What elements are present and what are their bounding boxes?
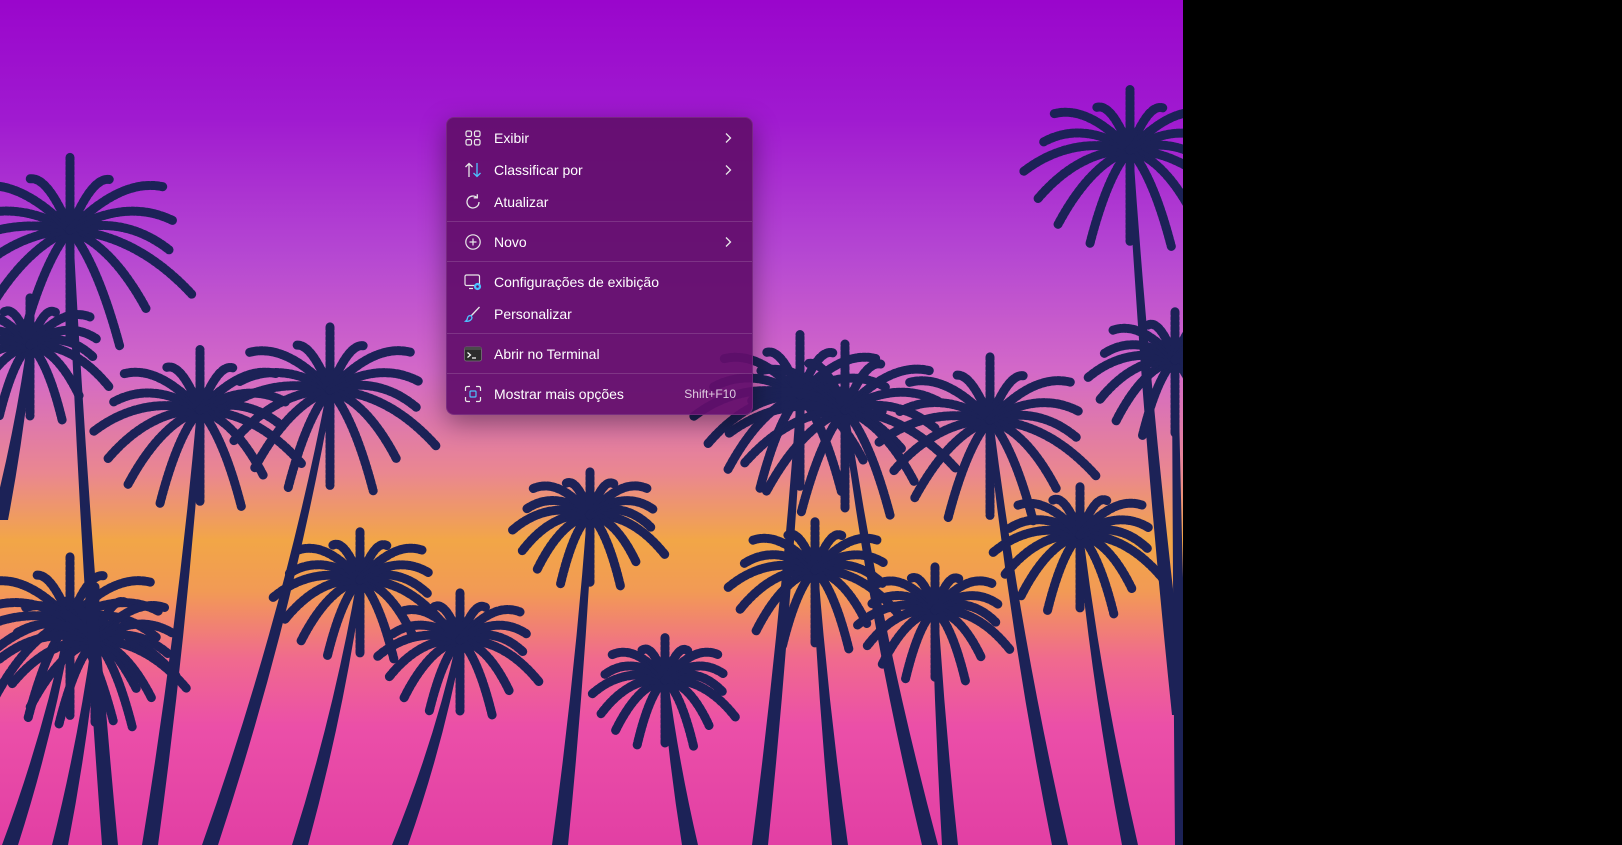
menu-separator bbox=[447, 261, 752, 262]
menu-item-label: Abrir no Terminal bbox=[494, 346, 600, 362]
menu-item-classificar-por[interactable]: Classificar por bbox=[451, 154, 748, 186]
terminal-icon bbox=[463, 344, 483, 364]
keyboard-shortcut: Shift+F10 bbox=[684, 387, 736, 401]
chevron-right-icon bbox=[720, 130, 736, 146]
sort-icon bbox=[463, 160, 483, 180]
menu-item-abrir-no-terminal[interactable]: Abrir no Terminal bbox=[451, 338, 748, 370]
menu-separator bbox=[447, 373, 752, 374]
menu-item-label: Configurações de exibição bbox=[494, 274, 659, 290]
chevron-right-icon bbox=[720, 234, 736, 250]
desktop-context-menu: Exibir Classificar por Atualizar Novo Co… bbox=[446, 117, 753, 415]
menu-item-atualizar[interactable]: Atualizar bbox=[451, 186, 748, 218]
menu-item-label: Exibir bbox=[494, 130, 530, 146]
menu-item-mostrar-mais-opcoes[interactable]: Mostrar mais opções Shift+F10 bbox=[451, 378, 748, 410]
refresh-icon bbox=[463, 192, 483, 212]
menu-item-label: Personalizar bbox=[494, 306, 572, 322]
menu-item-configuracoes-de-exibicao[interactable]: Configurações de exibição bbox=[451, 266, 748, 298]
menu-item-label: Classificar por bbox=[494, 162, 583, 178]
menu-separator bbox=[447, 333, 752, 334]
menu-item-label: Atualizar bbox=[494, 194, 549, 210]
menu-item-label: Mostrar mais opções bbox=[494, 386, 624, 402]
personalize-brush-icon bbox=[463, 304, 483, 324]
menu-item-novo[interactable]: Novo bbox=[451, 226, 748, 258]
new-plus-icon bbox=[463, 232, 483, 252]
more-options-icon bbox=[463, 384, 483, 404]
chevron-right-icon bbox=[720, 162, 736, 178]
empty-screen-area bbox=[1183, 0, 1622, 845]
view-grid-icon bbox=[463, 128, 483, 148]
menu-item-exibir[interactable]: Exibir bbox=[451, 122, 748, 154]
menu-separator bbox=[447, 221, 752, 222]
display-settings-icon bbox=[463, 272, 483, 292]
menu-item-label: Novo bbox=[494, 234, 527, 250]
menu-item-personalizar[interactable]: Personalizar bbox=[451, 298, 748, 330]
